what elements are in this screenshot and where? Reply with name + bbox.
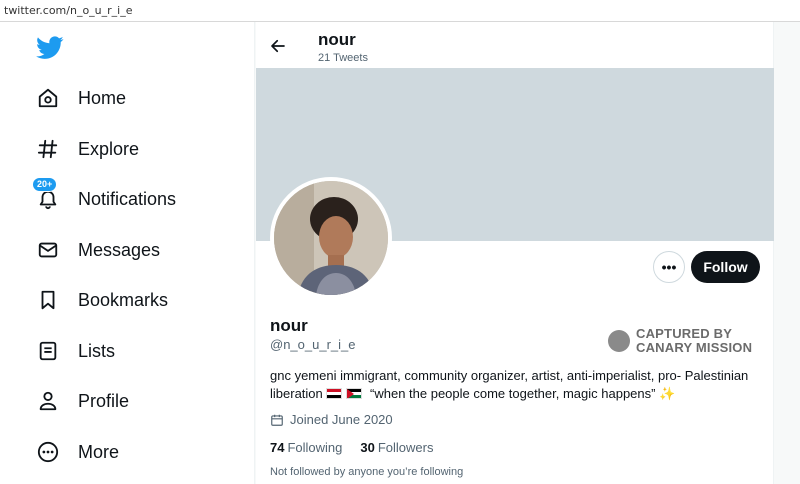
sidebar-item-messages[interactable]: Messages [36, 230, 160, 270]
watermark: CAPTURED BY CANARY MISSION [608, 327, 752, 355]
follow-button[interactable]: Follow [691, 251, 760, 283]
sidebar-item-notifications[interactable]: 20+ Notifications [32, 177, 177, 219]
sidebar-item-label: Messages [78, 239, 161, 260]
bell-icon: 20+ [32, 177, 60, 211]
sidebar-item-home[interactable]: Home [36, 78, 126, 118]
followers-label: Followers [377, 440, 434, 455]
arrow-left-icon [271, 39, 285, 53]
bio-line2-prefix: liberation [270, 386, 323, 401]
sidebar-item-more[interactable]: More [36, 432, 119, 472]
tweet-count: 21 Tweets [318, 52, 368, 64]
list-icon [36, 339, 60, 363]
profile-header: nour 21 Tweets [256, 22, 774, 68]
sidebar-item-label: Home [78, 87, 127, 108]
hashtag-icon [36, 137, 60, 161]
profile-bio: gnc yemeni immigrant, community organize… [270, 367, 765, 403]
more-circle-icon [36, 440, 60, 464]
calendar-icon [271, 414, 283, 426]
followers-link[interactable]: 30 Followers [360, 440, 433, 455]
sidebar: Home Explore 20+ Notifications Messages … [0, 22, 255, 484]
avatar-photo [274, 181, 388, 295]
user-icon [36, 389, 60, 413]
back-button[interactable] [266, 34, 290, 58]
sidebar-item-profile[interactable]: Profile [36, 381, 129, 421]
profile-name: nour [270, 316, 308, 335]
avatar[interactable] [270, 177, 392, 299]
sidebar-item-explore[interactable]: Explore [36, 129, 139, 169]
bio-line1: gnc yemeni immigrant, community organize… [270, 368, 749, 383]
envelope-icon [36, 238, 60, 262]
follow-stats: 74 Following 30 Followers [270, 440, 451, 455]
browser-url-bar[interactable]: twitter.com/n_o_u_r_i_e [0, 0, 800, 22]
more-options-button[interactable]: ••• [653, 251, 685, 283]
header-title: nour [318, 30, 356, 49]
sidebar-item-label: Notifications [78, 188, 177, 209]
joined-date: Joined June 2020 [270, 412, 393, 427]
bio-quote: “when the people come together, magic ha… [370, 386, 656, 401]
twitter-bird-icon[interactable] [36, 36, 64, 60]
profile-column: nour 21 Tweets ••• Follow nour @n_o_u_r_… [256, 22, 774, 484]
following-count: 74 [270, 440, 285, 455]
followers-count: 30 [360, 440, 375, 455]
watermark-line1: CAPTURED BY [636, 326, 733, 341]
notification-badge: 20+ [32, 177, 58, 192]
bookmark-icon [36, 288, 60, 312]
sidebar-item-label: Bookmarks [78, 289, 169, 310]
sidebar-item-label: More [78, 441, 120, 462]
yemen-flag-icon [326, 388, 343, 399]
palestine-flag-icon [346, 388, 363, 399]
sidebar-item-label: Explore [78, 138, 140, 159]
not-followed-note: Not followed by anyone you’re following [270, 466, 464, 478]
sidebar-item-bookmarks[interactable]: Bookmarks [36, 280, 168, 320]
url-text: twitter.com/n_o_u_r_i_e [4, 4, 133, 17]
home-icon [36, 86, 60, 110]
following-label: Following [287, 440, 343, 455]
sidebar-item-lists[interactable]: Lists [36, 331, 115, 371]
canary-mission-logo-icon [608, 330, 630, 352]
profile-handle: @n_o_u_r_i_e [270, 337, 356, 352]
sparkles-icon: ✨ [659, 386, 676, 401]
sidebar-item-label: Lists [78, 340, 116, 361]
ellipsis-icon: ••• [661, 259, 677, 275]
joined-text: Joined June 2020 [290, 412, 393, 427]
sidebar-item-label: Profile [78, 390, 130, 411]
following-link[interactable]: 74 Following [270, 440, 342, 455]
watermark-line2: CANARY MISSION [636, 340, 753, 355]
